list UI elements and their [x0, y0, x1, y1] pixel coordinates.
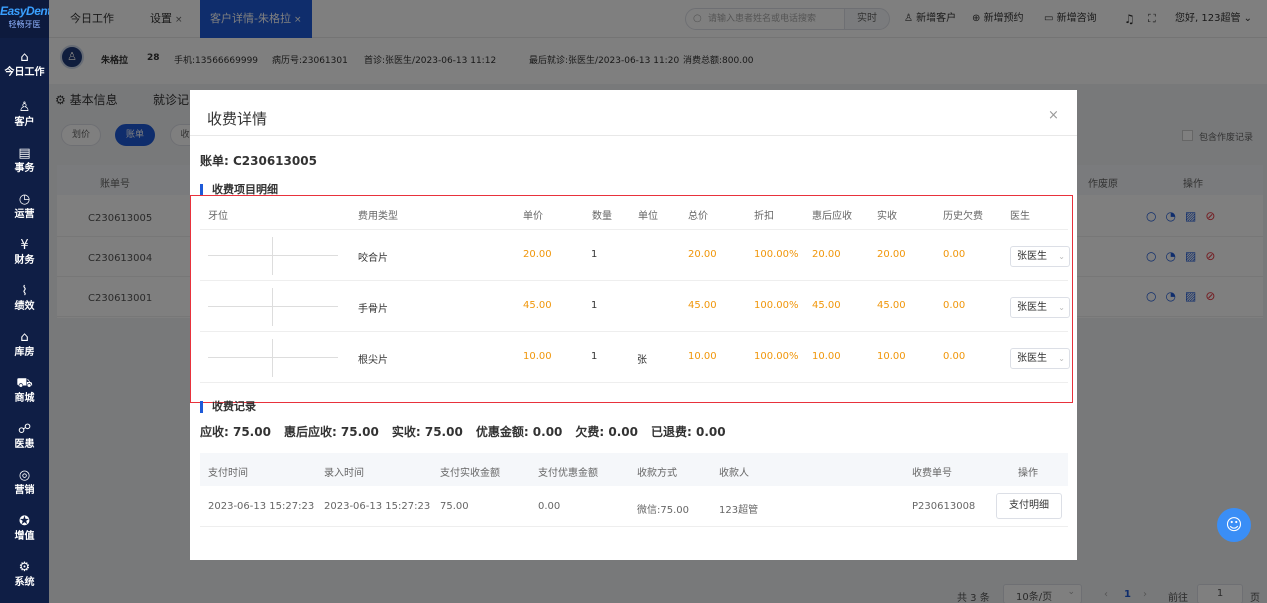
payment-discount: 0.00 [538, 501, 561, 512]
item-fee-type: 根尖片 [358, 355, 388, 366]
doctor-select[interactable]: 张医生 ⌄ [1010, 348, 1070, 369]
row-divider [200, 526, 1068, 527]
item-after-discount: 10.00 [812, 351, 841, 362]
column-action: 操作 [1018, 468, 1038, 479]
column-cashier: 收款人 [719, 468, 749, 479]
item-paid: 45.00 [877, 300, 906, 311]
item-after-discount: 45.00 [812, 300, 841, 311]
row-divider [200, 280, 1068, 281]
item-owed: 0.00 [943, 300, 966, 311]
payment-amount: 75.00 [440, 501, 469, 512]
modal-title: 收费详情 [207, 110, 268, 128]
item-qty: 1 [591, 351, 598, 362]
payment-entry-time: 2023-06-13 15:27:23 [324, 501, 431, 512]
item-owed: 0.00 [943, 249, 966, 260]
charge-summary: 应收: 75.00 惠后应收: 75.00 实收: 75.00 优惠金额: 0.00 欠… [200, 423, 739, 440]
item-total: 20.00 [688, 249, 717, 260]
column-doctor: 医生 [1010, 211, 1030, 222]
item-qty: 1 [591, 249, 598, 260]
item-unit: 张 [637, 355, 647, 366]
payment-cashier: 123超管 [719, 505, 759, 516]
chevron-down-icon: ⌄ [1058, 354, 1065, 363]
item-paid: 20.00 [877, 249, 906, 260]
column-unit: 单位 [638, 211, 658, 222]
row-divider [200, 382, 1068, 383]
payment-time: 2023-06-13 15:27:23 [208, 501, 315, 512]
tooth-chart[interactable] [208, 237, 338, 275]
support-agent-icon: ☺ [1225, 515, 1243, 534]
column-tooth: 牙位 [208, 211, 228, 222]
chevron-down-icon: ⌄ [1058, 252, 1065, 261]
section-title-records: 收费记录 [200, 401, 256, 413]
item-after-discount: 20.00 [812, 249, 841, 260]
close-icon[interactable]: × [1048, 108, 1059, 123]
doctor-select[interactable]: 张医生 ⌄ [1010, 246, 1070, 267]
item-price: 10.00 [523, 351, 552, 362]
column-discount: 折扣 [754, 211, 774, 222]
divider [190, 135, 1077, 136]
item-owed: 0.00 [943, 351, 966, 362]
column-paid: 实收 [877, 211, 897, 222]
tooth-chart[interactable] [208, 339, 338, 377]
item-discount: 100.00% [754, 351, 799, 362]
column-pay-method: 收款方式 [637, 468, 677, 479]
summary-received: 实收: 75.00 [391, 425, 463, 439]
column-entry-time: 录入时间 [324, 468, 364, 479]
column-qty: 数量 [592, 211, 612, 222]
tooth-chart[interactable] [208, 288, 338, 326]
summary-discount: 优惠金额: 0.00 [475, 425, 563, 439]
column-pay-discount: 支付优惠金额 [538, 468, 598, 479]
item-fee-type: 咬合片 [358, 253, 388, 264]
modal-overlay-top [49, 0, 1267, 84]
item-price: 45.00 [523, 300, 552, 311]
summary-receivable: 应收: 75.00 [200, 425, 271, 439]
summary-after-discount: 惠后应收: 75.00 [283, 425, 379, 439]
item-qty: 1 [591, 300, 598, 311]
column-pay-time: 支付时间 [208, 468, 248, 479]
column-pay-amount: 支付实收金额 [440, 468, 500, 479]
row-divider [200, 331, 1068, 332]
item-price: 20.00 [523, 249, 552, 260]
column-unit-price: 单价 [523, 211, 543, 222]
support-button[interactable]: ☺ [1217, 508, 1251, 542]
doctor-select[interactable]: 张医生 ⌄ [1010, 297, 1070, 318]
bill-number: 账单: C230613005 [200, 154, 317, 168]
item-paid: 10.00 [877, 351, 906, 362]
row-divider [200, 229, 1068, 230]
column-receipt-no: 收费单号 [912, 468, 952, 479]
chevron-down-icon: ⌄ [1058, 303, 1065, 312]
column-total: 总价 [688, 211, 708, 222]
summary-owed: 欠费: 0.00 [575, 425, 638, 439]
item-total: 10.00 [688, 351, 717, 362]
column-after-discount: 惠后应收 [812, 211, 852, 222]
payment-method: 微信:75.00 [637, 505, 689, 516]
payment-receipt-no: P230613008 [912, 501, 976, 512]
column-fee-type: 费用类型 [358, 211, 398, 222]
item-fee-type: 手骨片 [358, 304, 388, 315]
column-owed: 历史欠费 [943, 211, 983, 222]
sidebar-overlay [0, 0, 49, 603]
item-discount: 100.00% [754, 249, 799, 260]
item-total: 45.00 [688, 300, 717, 311]
item-discount: 100.00% [754, 300, 799, 311]
charge-detail-modal: 收费详情 × 账单: C230613005 收费项目明细 牙位 费用类型 单价 … [190, 90, 1077, 560]
summary-refunded: 已退费: 0.00 [651, 425, 726, 439]
payment-detail-button[interactable]: 支付明细 [996, 493, 1062, 519]
